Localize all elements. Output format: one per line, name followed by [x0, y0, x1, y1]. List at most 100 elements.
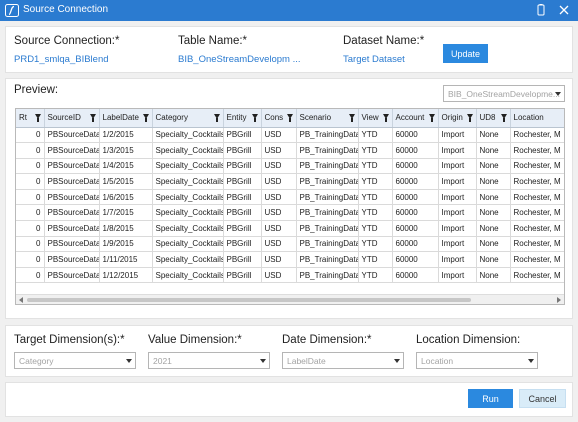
dataset-name-value[interactable]: Target Dataset: [343, 54, 405, 65]
date-dimension-select[interactable]: LabelDate: [282, 352, 404, 369]
dimensions-panel: Target Dimension(s):* Category Value Dim…: [5, 325, 573, 377]
table-row[interactable]: 0 PBSourceData 1/2/2015 Specialty_Cocktails…: [16, 127, 564, 144]
table-cell: None: [476, 220, 511, 237]
table-cell: PB_TrainingData: [296, 236, 359, 253]
preview-table-select[interactable]: BIB_OneStreamDevelopme...: [443, 85, 565, 102]
preview-table-select-value: BIB_OneStreamDevelopme...: [448, 89, 560, 99]
filter-icon[interactable]: [142, 114, 149, 122]
table-cell: PBGrill: [223, 158, 262, 175]
filter-icon[interactable]: [251, 114, 258, 122]
table-cell: 1/7/2015: [99, 204, 153, 222]
scroll-right-icon[interactable]: [557, 297, 561, 303]
table-cell: 0: [16, 127, 45, 144]
table-cell: 1/11/2015: [99, 251, 153, 268]
date-dimension-value: LabelDate: [287, 356, 326, 366]
table-cell: YTD: [358, 251, 393, 268]
column-header-label: SourceID: [47, 113, 81, 123]
connection-panel: Source Connection:* PRD1_smlqa_BIBlend T…: [5, 26, 573, 73]
column-header-account[interactable]: Account: [392, 109, 439, 128]
column-header-category[interactable]: Category: [152, 109, 224, 128]
column-header-labeldate[interactable]: LabelDate: [99, 109, 153, 128]
table-cell: PBSourceData: [44, 251, 100, 268]
filter-icon[interactable]: [382, 114, 389, 122]
table-row[interactable]: 0 PBSourceData 1/9/2015 Specialty_Cocktails…: [16, 236, 564, 253]
filter-icon[interactable]: [500, 114, 507, 122]
table-row[interactable]: 0 PBSourceData 1/3/2015 Specialty_Cocktails…: [16, 142, 564, 159]
filter-icon[interactable]: [428, 114, 435, 122]
table-cell: 0: [16, 251, 45, 268]
column-header-scenario[interactable]: Scenario: [296, 109, 359, 128]
column-header-view[interactable]: View: [358, 109, 393, 128]
date-dimension-label: Date Dimension:*: [282, 334, 372, 346]
scroll-left-icon[interactable]: [19, 297, 23, 303]
table-cell: Import: [438, 127, 477, 144]
table-cell: PB_TrainingData: [296, 189, 359, 206]
column-header-sourceid[interactable]: SourceID: [44, 109, 100, 128]
table-cell: YTD: [358, 158, 393, 175]
filter-icon[interactable]: [213, 114, 220, 122]
table-cell: Specialty_Cocktails: [152, 267, 224, 284]
table-row[interactable]: 0 PBSourceData 1/7/2015 Specialty_Cocktails…: [16, 204, 564, 222]
table-cell: PBSourceData: [44, 204, 100, 222]
close-icon[interactable]: [557, 3, 571, 17]
table-cell: None: [476, 189, 511, 206]
cancel-button[interactable]: Cancel: [519, 389, 566, 408]
table-cell: PB_TrainingData: [296, 251, 359, 268]
column-header-label: Location: [513, 113, 544, 123]
column-header-label: Rt: [19, 113, 27, 123]
column-header-cons[interactable]: Cons: [261, 109, 297, 128]
column-header-entity[interactable]: Entity: [223, 109, 262, 128]
table-cell: None: [476, 251, 511, 268]
restore-icon[interactable]: [534, 3, 548, 17]
run-button[interactable]: Run: [468, 389, 513, 408]
table-row[interactable]: 0 PBSourceData 1/6/2015 Specialty_Cocktails…: [16, 189, 564, 206]
table-cell: Rochester, M: [510, 267, 564, 284]
table-cell: 60000: [392, 189, 439, 206]
dataset-name-label: Dataset Name:*: [343, 35, 425, 47]
table-cell: PBSourceData: [44, 220, 100, 237]
table-cell: 1/3/2015: [99, 142, 153, 159]
value-dimension-select[interactable]: 2021: [148, 352, 270, 369]
table-cell: Import: [438, 158, 477, 175]
title-bar: Source Connection: [0, 0, 578, 21]
column-header-ud8[interactable]: UD8: [476, 109, 511, 128]
table-cell: PBSourceData: [44, 142, 100, 159]
table-cell: Specialty_Cocktails: [152, 220, 224, 237]
table-row[interactable]: 0 PBSourceData 1/4/2015 Specialty_Cocktails…: [16, 158, 564, 175]
column-header-location[interactable]: Location: [510, 109, 564, 128]
filter-icon[interactable]: [286, 114, 293, 122]
table-cell: 0: [16, 142, 45, 159]
table-cell: PBSourceData: [44, 189, 100, 206]
target-dimension-select[interactable]: Category: [14, 352, 136, 369]
table-cell: YTD: [358, 127, 393, 144]
column-header-origin[interactable]: Origin: [438, 109, 477, 128]
table-row[interactable]: 0 PBSourceData 1/12/2015 Specialty_Cocktail…: [16, 267, 564, 284]
table-cell: PBSourceData: [44, 236, 100, 253]
horizontal-scrollbar[interactable]: [16, 294, 564, 304]
table-name-value[interactable]: BIB_OneStreamDevelopm ...: [178, 54, 301, 65]
scrollbar-thumb[interactable]: [27, 298, 471, 302]
chevron-down-icon: [260, 359, 266, 363]
source-connection-value[interactable]: PRD1_smlqa_BIBlend: [14, 54, 109, 65]
target-dimension-label: Target Dimension(s):*: [14, 334, 125, 346]
table-cell: None: [476, 173, 511, 190]
filter-icon[interactable]: [348, 114, 355, 122]
column-header-label: Account: [395, 113, 425, 123]
table-row[interactable]: 0 PBSourceData 1/5/2015 Specialty_Cocktails…: [16, 173, 564, 190]
filter-icon[interactable]: [34, 114, 41, 122]
filter-icon[interactable]: [466, 114, 473, 122]
table-cell: PBGrill: [223, 251, 262, 268]
table-cell: 0: [16, 204, 45, 222]
column-header-rt[interactable]: Rt: [16, 109, 45, 128]
table-cell: 1/8/2015: [99, 220, 153, 237]
location-dimension-select[interactable]: Location: [416, 352, 538, 369]
table-cell: PB_TrainingData: [296, 142, 359, 159]
table-row[interactable]: 0 PBSourceData 1/8/2015 Specialty_Cocktails…: [16, 220, 564, 237]
table-cell: PBSourceData: [44, 127, 100, 144]
table-row[interactable]: 0 PBSourceData 1/11/2015 Specialty_Cocktail…: [16, 251, 564, 268]
update-button[interactable]: Update: [443, 44, 488, 63]
table-cell: 1/9/2015: [99, 236, 153, 253]
table-cell: PBGrill: [223, 220, 262, 237]
value-dimension-label: Value Dimension:*: [148, 334, 242, 346]
filter-icon[interactable]: [89, 114, 96, 122]
